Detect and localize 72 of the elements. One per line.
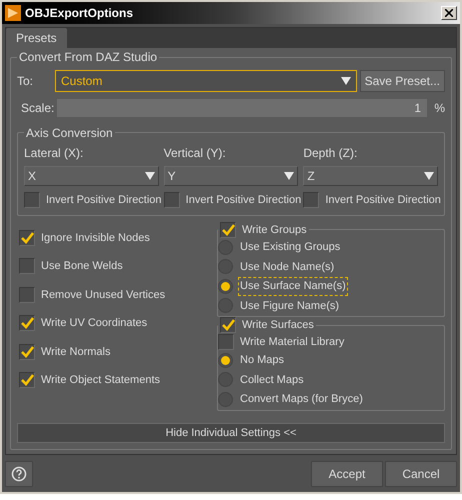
field-label: Lateral (X): [24, 145, 84, 162]
checkbox[interactable] [303, 192, 320, 208]
field-label: Scale: [20, 100, 56, 116]
checkbox-option[interactable]: Ignore Invisible Nodes [19, 230, 217, 246]
checkbox-option[interactable]: Invert Positive Direction [303, 192, 438, 208]
radio-option[interactable]: Convert Maps (for Bryce) [218, 390, 444, 408]
radio-option[interactable]: Use Figure Name(s) [218, 296, 444, 315]
radio-option[interactable]: Collect Maps [218, 370, 444, 389]
accept-button[interactable]: Accept [311, 460, 383, 486]
dropdown-arrow-icon [144, 172, 155, 180]
radio-option[interactable]: Use Surface Name(s) [218, 277, 444, 296]
checkbox-option[interactable]: Invert Positive Direction [24, 192, 159, 208]
field-label: To: [17, 72, 34, 90]
checkmark-icon [20, 317, 34, 330]
checkbox-option[interactable]: Remove Unused Vertices [19, 286, 217, 303]
checkbox[interactable] [19, 372, 35, 388]
checkbox-option[interactable]: Write UV Coordinates [19, 315, 217, 332]
axis-dropdown[interactable]: Y [164, 166, 298, 186]
checkbox-option[interactable]: Write Groups [220, 222, 307, 238]
radio-option[interactable]: Use Node Name(s) [218, 258, 444, 276]
radio-button[interactable] [218, 298, 233, 314]
checkbox-option[interactable]: Use Bone Welds [19, 258, 217, 274]
cancel-button[interactable]: Cancel [385, 460, 457, 486]
checkbox[interactable] [220, 222, 236, 238]
checkmark-icon [20, 232, 34, 244]
checkbox-option[interactable]: Write Surfaces [220, 317, 314, 334]
axis-dropdown[interactable]: Z [303, 166, 438, 186]
checkbox-option[interactable]: Write Normals [19, 344, 217, 360]
dropdown-arrow-icon [284, 172, 294, 180]
checkbox[interactable] [218, 334, 234, 350]
radio-button[interactable] [218, 278, 233, 294]
checkmark-icon [222, 319, 234, 332]
checkbox[interactable] [164, 192, 180, 208]
radio-button[interactable] [218, 352, 233, 368]
preset-dropdown[interactable]: Custom [55, 70, 357, 92]
scale-field[interactable]: 1 [57, 98, 427, 116]
app-logo-icon [5, 5, 21, 21]
radio-button[interactable] [218, 259, 233, 274]
radio-option[interactable]: Use Existing Groups [218, 238, 444, 256]
checkbox[interactable] [19, 258, 35, 274]
checkbox[interactable] [19, 286, 35, 303]
unit-label: % [433, 100, 445, 116]
checkmark-icon [20, 374, 34, 386]
checkbox-option[interactable]: Write Object Statements [19, 372, 217, 388]
checkbox[interactable] [220, 317, 236, 334]
dropdown-arrow-icon [424, 172, 434, 180]
field-label: Vertical (Y): [164, 145, 227, 162]
axis-dropdown[interactable]: X [24, 166, 159, 186]
checkbox-option[interactable]: Invert Positive Direction [164, 192, 298, 208]
help-icon [11, 466, 27, 482]
help-button[interactable] [5, 460, 33, 486]
dropdown-arrow-icon [340, 76, 351, 84]
checkmark-icon [20, 346, 34, 358]
group-title: Convert From DAZ Studio [19, 50, 158, 64]
save-preset-button[interactable]: Save Preset... [360, 70, 445, 92]
close-icon [445, 9, 453, 17]
radio-button[interactable] [218, 392, 233, 407]
radio-button[interactable] [218, 240, 233, 255]
close-button[interactable] [441, 6, 457, 20]
window-title: OBJExportOptions [25, 5, 134, 22]
checkbox[interactable] [19, 230, 35, 246]
hide-settings-button[interactable]: Hide Individual Settings << [17, 423, 445, 443]
group-title: Axis Conversion [26, 126, 113, 140]
checkbox-option[interactable]: Write Material Library [218, 334, 444, 350]
radio-option[interactable]: No Maps [218, 351, 444, 370]
radio-button[interactable] [218, 372, 233, 388]
checkbox[interactable] [19, 315, 35, 332]
checkmark-icon [222, 224, 234, 236]
checkbox[interactable] [24, 192, 40, 208]
checkbox[interactable] [19, 344, 35, 360]
tab[interactable]: Presets [6, 28, 67, 48]
field-label: Depth (Z): [303, 145, 358, 162]
